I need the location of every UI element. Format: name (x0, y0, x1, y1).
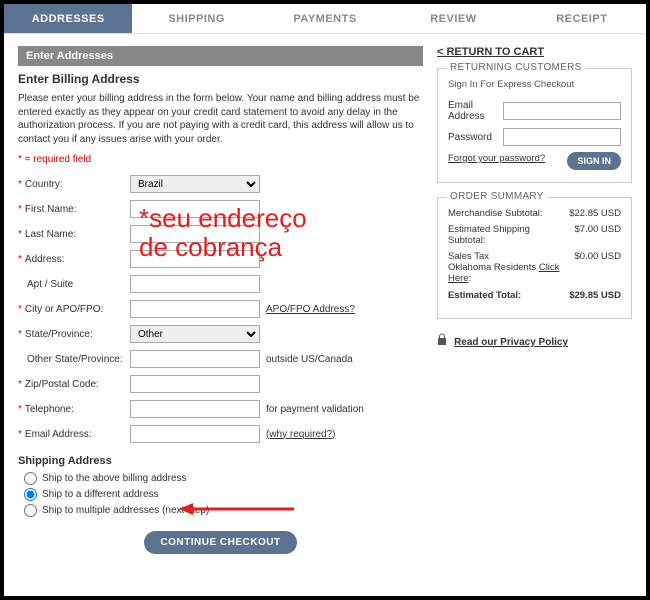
tab-payments[interactable]: PAYMENTS (261, 4, 389, 33)
address-label: Address: (25, 254, 64, 265)
required-field-note: * = required field (18, 154, 423, 165)
city-label: City or APO/FPO: (25, 304, 103, 315)
order-summary-box: ORDER SUMMARY Merchandise Subtotal: $22.… (437, 197, 632, 319)
ship-same-radio[interactable] (24, 472, 37, 485)
country-select[interactable]: Brazil (130, 175, 260, 193)
privacy-policy-link[interactable]: Read our Privacy Policy (454, 337, 568, 348)
email-input[interactable] (130, 425, 260, 443)
zip-label: Zip/Postal Code: (25, 379, 99, 390)
phone-hint: for payment validation (266, 404, 364, 415)
country-label: Country: (25, 179, 63, 190)
tab-addresses[interactable]: ADDRESSES (4, 4, 132, 33)
return-to-cart-link[interactable]: < RETURN TO CART (437, 46, 544, 58)
returning-customers-title: RETURNING CUSTOMERS (446, 62, 586, 73)
tab-review[interactable]: REVIEW (389, 4, 517, 33)
city-input[interactable] (130, 300, 260, 318)
state-select[interactable]: Other (130, 325, 260, 343)
continue-checkout-button[interactable]: CONTINUE CHECKOUT (144, 531, 296, 554)
other-state-input[interactable] (130, 350, 260, 368)
sales-tax-label: Sales Tax (448, 251, 489, 262)
ship-same-label: Ship to the above billing address (42, 473, 187, 484)
merchandise-subtotal-value: $22.85 USD (569, 208, 621, 219)
ship-different-label: Ship to a different address (42, 489, 159, 500)
order-summary-title: ORDER SUMMARY (446, 191, 548, 202)
other-state-label: Other State/Province: (27, 354, 123, 365)
lock-icon (437, 333, 447, 348)
tab-receipt[interactable]: RECEIPT (518, 4, 646, 33)
estimated-total-value: $29.85 USD (569, 290, 621, 301)
returning-customers-box: RETURNING CUSTOMERS Sign In For Express … (437, 68, 632, 183)
ship-different-radio[interactable] (24, 488, 37, 501)
billing-instructions: Please enter your billing address in the… (18, 92, 423, 146)
shipping-address-title: Shipping Address (18, 455, 423, 467)
ship-multiple-radio[interactable] (24, 504, 37, 517)
checkout-tabs: ADDRESSES SHIPPING PAYMENTS REVIEW RECEI… (4, 4, 646, 34)
email-label: Email Address: (25, 429, 92, 440)
section-header: Enter Addresses (18, 46, 423, 66)
forgot-password-link[interactable]: Forgot your password? (448, 153, 545, 164)
first-name-input[interactable] (130, 200, 260, 218)
address-input[interactable] (130, 250, 260, 268)
sign-in-button[interactable]: SIGN IN (567, 152, 621, 170)
last-name-label: Last Name: (25, 229, 76, 240)
login-email-input[interactable] (503, 102, 621, 120)
sales-tax-note: Oklahoma Residents (448, 262, 539, 273)
apt-input[interactable] (130, 275, 260, 293)
sales-tax-value: $0.00 USD (575, 251, 621, 284)
billing-address-title: Enter Billing Address (18, 72, 423, 86)
why-required-link[interactable]: (why required?) (266, 429, 335, 440)
phone-input[interactable] (130, 400, 260, 418)
apt-label: Apt / Suite (27, 279, 73, 290)
login-password-input[interactable] (503, 128, 621, 146)
merchandise-subtotal-label: Merchandise Subtotal: (448, 208, 569, 219)
tab-shipping[interactable]: SHIPPING (132, 4, 260, 33)
shipping-subtotal-label: Estimated Shipping Subtotal: (448, 224, 575, 246)
first-name-label: First Name: (25, 204, 77, 215)
apo-fpo-link[interactable]: APO/FPO Address? (266, 304, 355, 315)
signin-subtitle: Sign In For Express Checkout (448, 79, 621, 90)
last-name-input[interactable] (130, 225, 260, 243)
zip-input[interactable] (130, 375, 260, 393)
state-label: State/Province: (25, 329, 93, 340)
shipping-subtotal-value: $7.00 USD (575, 224, 621, 246)
login-password-label: Password (448, 132, 503, 143)
other-state-hint: outside US/Canada (266, 354, 353, 365)
phone-label: Telephone: (25, 404, 74, 415)
login-email-label: Email Address (448, 100, 503, 122)
estimated-total-label: Estimated Total: (448, 290, 569, 301)
ship-multiple-label: Ship to multiple addresses (next step) (42, 505, 209, 516)
